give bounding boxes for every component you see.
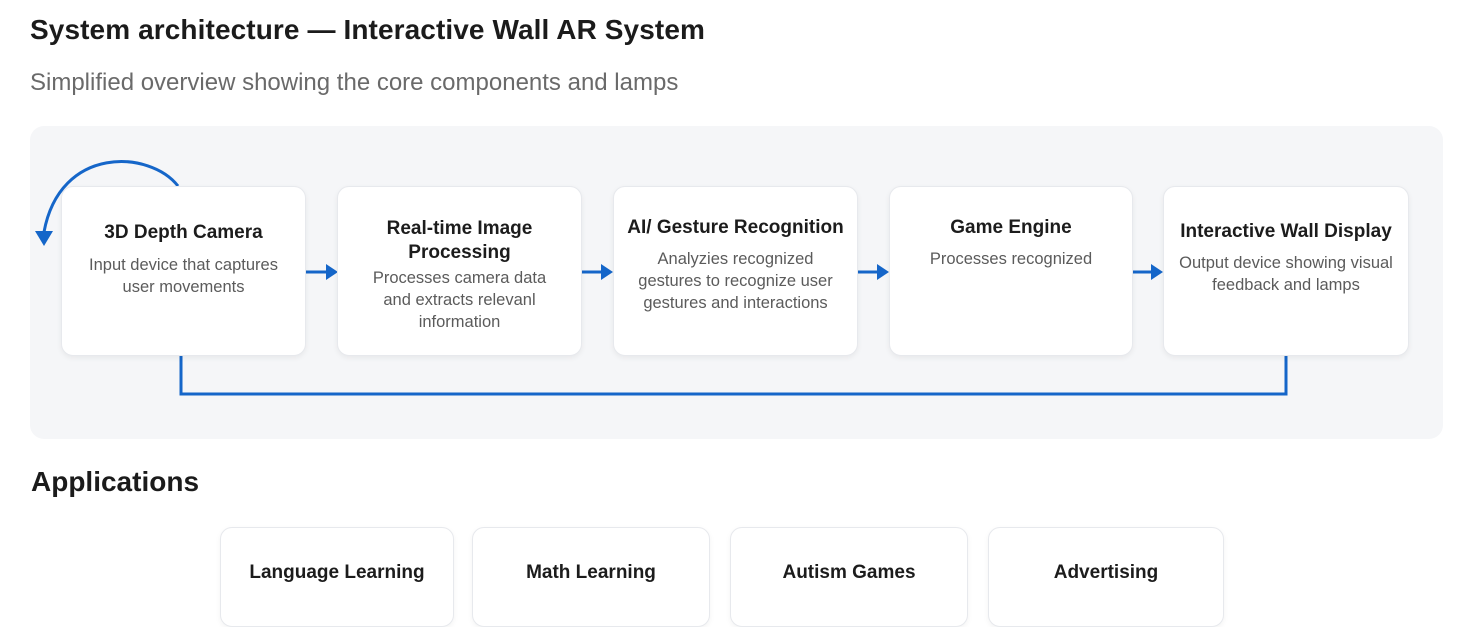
- node-title: Real-time Image Processing: [386, 218, 533, 263]
- node-description: Input device that captures user movement…: [89, 256, 278, 296]
- app-card-autism-games: Autism Games: [730, 527, 968, 627]
- app-card-language-learning: Language Learning: [220, 527, 454, 627]
- node-description: Processes camera data and extracts relev…: [372, 269, 547, 331]
- node-title: AI/ Gesture Recognition: [627, 217, 844, 238]
- node-description: Processes recognized: [929, 250, 1093, 268]
- node-image-processing: Real-time Image Processing Processes cam…: [337, 186, 582, 356]
- node-gesture-recognition: AI/ Gesture Recognition Analyzies recogn…: [613, 186, 858, 356]
- page-subtitle: Simplified overview showing the core com…: [30, 69, 679, 96]
- node-description: Analyzies recognized gestures to recogni…: [638, 250, 833, 312]
- node-title: Interactive Wall Display: [1180, 221, 1392, 242]
- app-card-math-learning: Math Learning: [472, 527, 710, 627]
- node-title: Game Engine: [950, 217, 1072, 238]
- page-title: System architecture — Interactive Wall A…: [30, 14, 705, 45]
- app-card-advertising: Advertising: [988, 527, 1224, 627]
- app-card-label: Language Learning: [249, 562, 425, 583]
- app-card-label: Advertising: [1053, 562, 1159, 583]
- applications-heading: Applications: [31, 466, 200, 497]
- node-title: 3D Depth Camera: [104, 222, 263, 243]
- node-wall-display: Interactive Wall Display Output device s…: [1163, 186, 1409, 356]
- node-game-engine: Game Engine Processes recognized: [889, 186, 1133, 356]
- app-card-label: Math Learning: [526, 562, 656, 583]
- app-card-label: Autism Games: [782, 562, 916, 583]
- node-description: Output device showing visual feedback an…: [1179, 254, 1393, 294]
- node-3d-depth-camera: 3D Depth Camera Input device that captur…: [61, 186, 306, 356]
